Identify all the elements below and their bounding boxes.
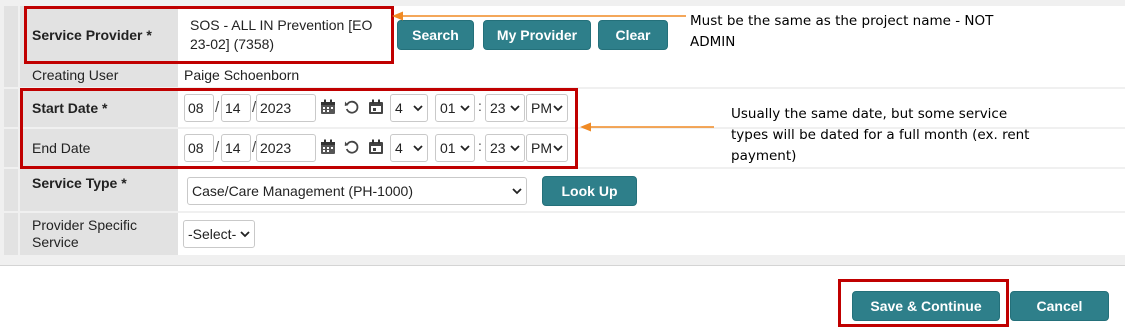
service-provider-label: Service Provider * (20, 6, 178, 64)
end-year-input[interactable]: 2023 (256, 134, 316, 162)
arrow-to-service-provider (392, 11, 686, 21)
start-second-select[interactable]: 23 (485, 94, 525, 122)
reset-icon[interactable] (344, 99, 360, 120)
service-type-select[interactable]: Case/Care Management (PH-1000) (187, 177, 527, 205)
reset-icon[interactable] (344, 139, 360, 160)
provider-specific-service-row: Provider Specific Service -Select- (0, 213, 1125, 255)
provider-note: Must be the same as the project name - N… (690, 13, 994, 50)
clock-calendar-icon[interactable] (368, 99, 384, 120)
provider-specific-service-select[interactable]: -Select- (183, 220, 255, 248)
end-ampm-select[interactable]: PM (526, 134, 568, 162)
chevron-down-icon (512, 188, 522, 195)
chevron-down-icon (413, 145, 423, 152)
arrow-to-dates (580, 122, 714, 132)
start-ampm-select[interactable]: PM (526, 94, 568, 122)
end-month-input[interactable]: 08 (184, 134, 214, 162)
service-provider-value: SOS - ALL IN Prevention [EO 23-02] (7358… (190, 17, 373, 52)
creating-user-row: Creating User Paige Schoenborn (0, 63, 1125, 87)
chevron-down-icon (510, 105, 520, 112)
save-and-continue-button[interactable]: Save & Continue (852, 291, 1000, 321)
calendar-icon[interactable] (320, 139, 336, 160)
start-month-input[interactable]: 08 (184, 94, 214, 122)
creating-user-value: Paige Schoenborn (184, 67, 300, 83)
end-hour-select[interactable]: 4 (390, 134, 428, 162)
look-up-button[interactable]: Look Up (542, 176, 637, 206)
date-note: Usually the same date, but some service … (731, 106, 1030, 164)
chevron-down-icon (553, 105, 563, 112)
end-minute-select[interactable]: 01 (435, 134, 475, 162)
start-date-label: Start Date * (20, 89, 178, 127)
creating-user-label: Creating User (20, 63, 178, 87)
chevron-down-icon (240, 231, 250, 238)
provider-specific-service-label: Provider Specific Service (20, 213, 178, 255)
start-minute-select[interactable]: 01 (435, 94, 475, 122)
service-type-label: Service Type * (20, 169, 178, 211)
start-year-input[interactable]: 2023 (256, 94, 316, 122)
end-date-label: End Date (20, 129, 178, 167)
chevron-down-icon (460, 145, 470, 152)
start-hour-select[interactable]: 4 (390, 94, 428, 122)
cancel-button[interactable]: Cancel (1010, 291, 1109, 321)
calendar-icon[interactable] (320, 99, 336, 120)
end-day-input[interactable]: 14 (221, 134, 251, 162)
chevron-down-icon (460, 105, 470, 112)
chevron-down-icon (510, 145, 520, 152)
chevron-down-icon (413, 105, 423, 112)
chevron-down-icon (553, 145, 563, 152)
start-day-input[interactable]: 14 (221, 94, 251, 122)
service-type-row: Service Type * Case/Care Management (PH-… (0, 169, 1125, 211)
clock-calendar-icon[interactable] (368, 139, 384, 160)
end-second-select[interactable]: 23 (485, 134, 525, 162)
